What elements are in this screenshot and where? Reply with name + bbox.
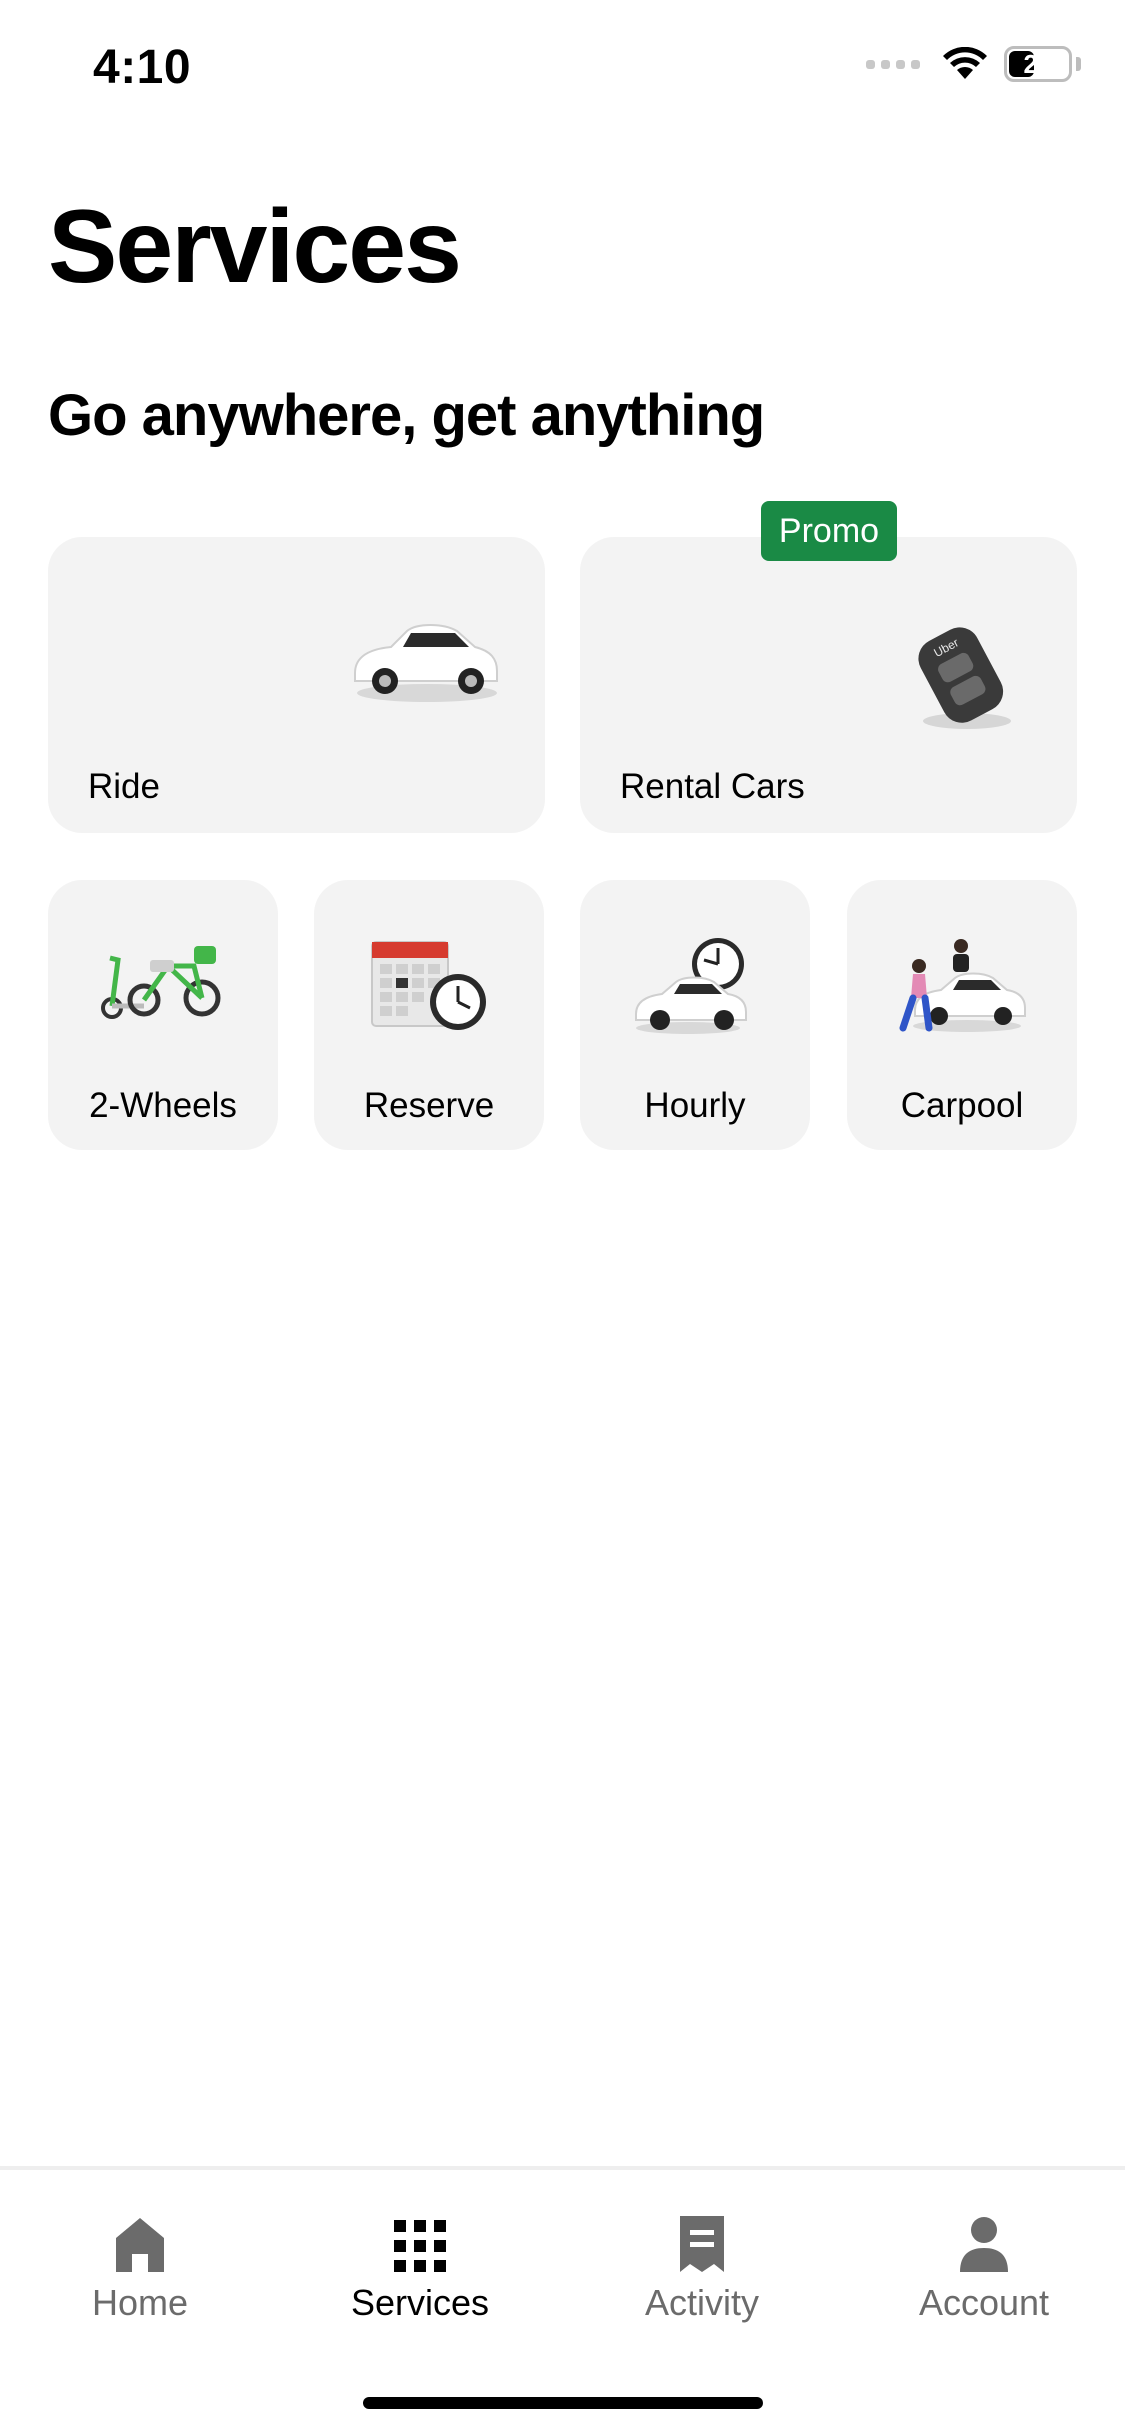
car-key-icon: Uber	[918, 627, 1011, 729]
tab-activity[interactable]: Activity	[602, 2214, 802, 2324]
status-bar: 4:10 25	[0, 0, 1125, 140]
status-time: 4:10	[93, 41, 192, 94]
service-tile-hourly[interactable]: Hourly	[580, 880, 810, 1150]
tab-bar: Home Services Activity Account	[0, 2166, 1125, 2436]
section-heading: Go anywhere, get anything	[48, 383, 765, 448]
tab-label: Activity	[644, 2282, 759, 2323]
battery-level: 25	[1023, 48, 1053, 79]
status-icons: 25	[866, 46, 1081, 82]
cellular-signal-icon	[866, 59, 920, 69]
calendar-clock-icon	[371, 941, 486, 1030]
service-tile-rental-cars[interactable]: Uber Rental Cars	[580, 537, 1077, 833]
page-title: Services	[48, 189, 462, 305]
home-icon	[116, 2218, 164, 2272]
car-icon	[354, 624, 498, 702]
tile-label: Ride	[88, 767, 160, 806]
tab-label: Home	[91, 2282, 189, 2323]
tile-label: Carpool	[900, 1086, 1024, 1125]
receipt-icon	[680, 2216, 724, 2272]
service-tile-reserve[interactable]: Reserve	[314, 880, 544, 1150]
tile-label: 2-Wheels	[89, 1086, 237, 1125]
home-indicator[interactable]	[363, 2397, 763, 2409]
tab-label: Services	[350, 2282, 490, 2323]
tab-account[interactable]: Account	[884, 2214, 1084, 2324]
tab-home[interactable]: Home	[40, 2214, 240, 2324]
service-tile-carpool[interactable]: Carpool	[847, 880, 1077, 1150]
grid-icon	[394, 2220, 446, 2272]
person-icon	[960, 2217, 1008, 2272]
service-tile-2-wheels[interactable]: 2-Wheels	[48, 880, 278, 1150]
promo-badge: Promo	[761, 501, 897, 561]
service-tile-ride[interactable]: Ride	[48, 537, 545, 833]
tile-label: Rental Cars	[620, 767, 805, 806]
car-clock-icon	[635, 938, 747, 1034]
scooter-bike-icon	[101, 946, 221, 1019]
wifi-icon	[943, 47, 987, 79]
carpool-icon	[899, 939, 1026, 1032]
battery-icon: 25	[1004, 46, 1072, 82]
tile-label: Hourly	[644, 1086, 746, 1125]
tab-label: Account	[918, 2282, 1050, 2323]
tab-services[interactable]: Services	[320, 2214, 520, 2324]
tile-label: Reserve	[363, 1086, 495, 1125]
